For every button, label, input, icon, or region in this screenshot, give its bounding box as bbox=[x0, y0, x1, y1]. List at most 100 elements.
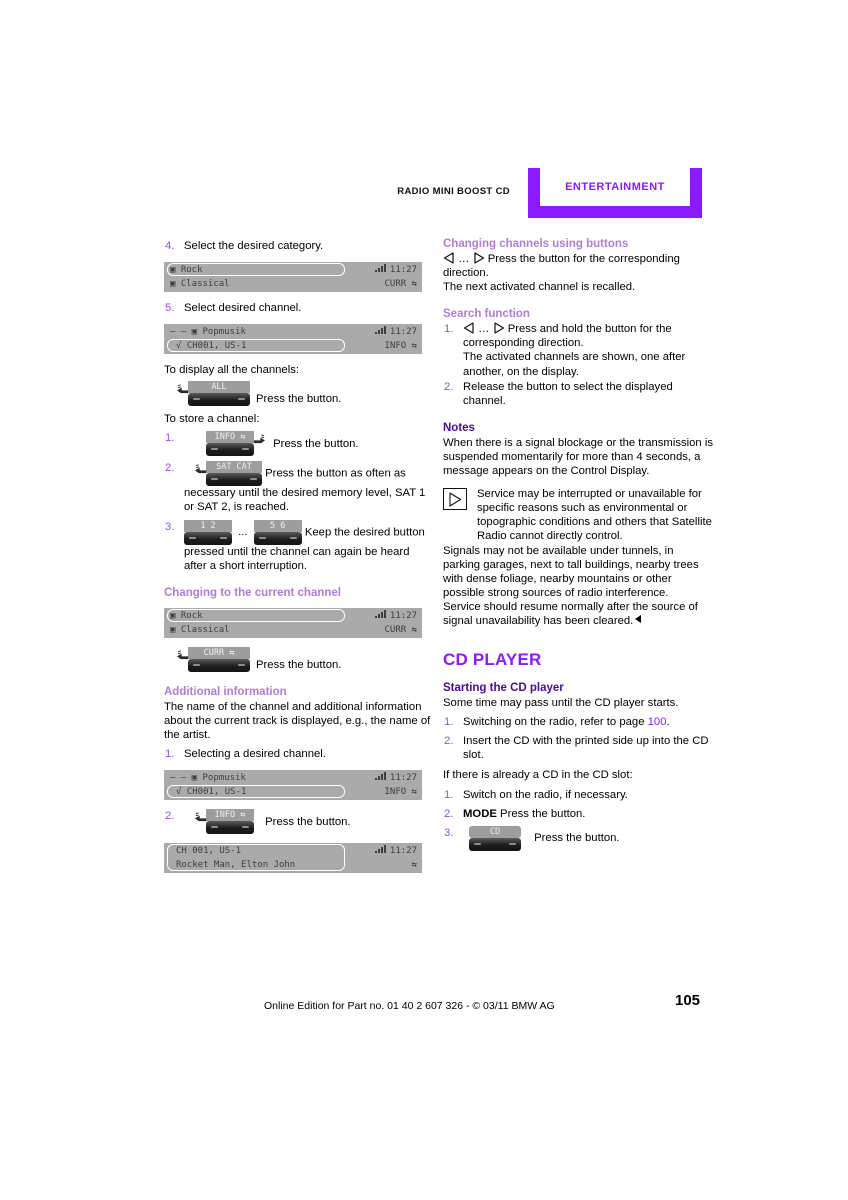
button-figure-text: Press the button. bbox=[256, 658, 342, 671]
search-step-2: 2. Release the button to select the disp… bbox=[443, 380, 713, 408]
radio-display-track-info: CH 001, US-1 Rocket Man, Elton John 11:2… bbox=[164, 843, 422, 874]
display-time: 11:27 bbox=[374, 326, 417, 339]
button-cap-label: CD bbox=[469, 825, 521, 838]
step-text: Release the button to select the display… bbox=[463, 380, 673, 407]
step-number: 2. bbox=[444, 380, 454, 393]
section-end-marker-icon bbox=[635, 614, 642, 623]
display-row-1: CH 001, US-1 bbox=[176, 846, 242, 857]
step-number: 3. bbox=[165, 520, 175, 533]
button-figure-text: Press the button. bbox=[534, 832, 620, 845]
right-column: Changing channels using buttons … Press … bbox=[443, 238, 713, 851]
hardware-key bbox=[206, 821, 254, 835]
display-time: 11:27 bbox=[374, 264, 417, 277]
button-figure-curr: CURR ⇆ bbox=[177, 646, 250, 672]
footer-edition-text: Online Edition for Part no. 01 40 2 607 … bbox=[264, 1000, 555, 1012]
arrow-right-icon bbox=[473, 252, 484, 264]
step-number: 2. bbox=[444, 807, 454, 820]
display-softkey-label: INFO ⇆ bbox=[384, 341, 417, 352]
button-cap-label: 5 6 bbox=[253, 519, 302, 532]
button-figure-preset-1-2: 1 2 bbox=[184, 519, 232, 545]
signal-bars-icon bbox=[374, 264, 386, 273]
radio-display-categories: ▣ Rock ▣ Classical 11:27 CURR ⇆ bbox=[164, 262, 422, 293]
changing-channels-text-2: The next activated channel is recalled. bbox=[443, 281, 636, 294]
store-step-1: 1. INFO ⇆ Press the button. bbox=[164, 431, 434, 457]
already-step-2: 2. MODE Press the button. bbox=[443, 807, 713, 821]
button-figure-preset-5-6: 5 6 bbox=[253, 519, 302, 545]
radio-display-categories-2: ▣ Rock ▣ Classical 11:27 CURR ⇆ bbox=[164, 607, 422, 638]
button-figure-satcat: SAT CAT bbox=[195, 461, 262, 487]
step-number: 1. bbox=[165, 432, 175, 445]
step-text: Switch on the radio, if necessary. bbox=[463, 788, 628, 801]
button-figure-all-wrap: ALL Press the button. bbox=[164, 381, 434, 407]
arrow-right-icon bbox=[493, 322, 504, 334]
heading-starting-cd-player: Starting the CD player bbox=[443, 682, 564, 695]
step-number: 1. bbox=[444, 323, 454, 336]
already-step-3: 3. CD Press the button. bbox=[443, 825, 713, 851]
hand-pointer-icon bbox=[195, 464, 207, 474]
hand-pointer-icon bbox=[253, 434, 265, 444]
button-figure-text: Press the button. bbox=[256, 393, 342, 406]
display-all-channels-lead: To display all the channels: bbox=[164, 364, 300, 377]
display-time: 11:27 bbox=[374, 845, 417, 858]
hand-pointer-icon bbox=[177, 650, 189, 659]
manual-page: RADIO MINI BOOST CD ENTERTAINMENT 4. Sel… bbox=[0, 0, 848, 1200]
display-time-text: 11:27 bbox=[389, 610, 417, 621]
search-step-1: 1. … Press and hold the button for the c… bbox=[443, 322, 713, 378]
display-row-1: – – ▣ Popmusik bbox=[170, 773, 246, 784]
button-figure-text: Press the button. bbox=[273, 437, 359, 450]
button-cap-label: ALL bbox=[188, 381, 250, 394]
button-cap-label: INFO ⇆ bbox=[206, 809, 254, 822]
heading-changing-to-current-channel: Changing to the current channel bbox=[164, 586, 341, 599]
display-row-1: – – ▣ Popmusik bbox=[170, 327, 246, 338]
step-select-channel: 5. Select desired channel. bbox=[164, 301, 434, 315]
display-row-2: ▣ Classical bbox=[170, 279, 230, 290]
step-text: Select the desired category. bbox=[184, 240, 324, 252]
page-reference-link[interactable]: 100 bbox=[648, 716, 667, 728]
store-channel-lead: To store a channel: bbox=[164, 413, 260, 426]
note-callout-text: Service may be interrupted or unavailabl… bbox=[477, 488, 712, 543]
left-column: 4. Select the desired category. ▣ Rock ▣… bbox=[164, 238, 434, 882]
changing-channels-text: … Press the button for the corresponding… bbox=[443, 252, 713, 280]
already-cd-lead: If there is already a CD in the CD slot: bbox=[443, 769, 633, 782]
already-step-1: 1. Switch on the radio, if necessary. bbox=[443, 788, 713, 802]
step-number: 1. bbox=[165, 748, 175, 761]
arrow-left-icon bbox=[443, 252, 454, 264]
step-number: 2. bbox=[165, 462, 175, 475]
display-softkey-label: ⇆ bbox=[411, 860, 417, 871]
display-softkey-label: INFO ⇆ bbox=[384, 787, 417, 798]
step-text: Select desired channel. bbox=[184, 302, 302, 315]
section-tab-entertainment: ENTERTAINMENT bbox=[528, 168, 702, 218]
step-select-category: 4. Select the desired category. bbox=[164, 239, 434, 253]
hardware-key bbox=[469, 837, 521, 851]
play-triangle-icon bbox=[449, 492, 462, 507]
display-row-1: ▣ Rock bbox=[170, 610, 203, 621]
play-triangle-box-icon bbox=[443, 488, 467, 511]
display-row-2: √ CH001, US-1 bbox=[176, 341, 247, 352]
step-number: 1. bbox=[444, 716, 454, 729]
heading-changing-channels-buttons: Changing channels using buttons bbox=[443, 238, 629, 250]
button-cap-label: CURR ⇆ bbox=[188, 646, 250, 659]
display-time-text: 11:27 bbox=[389, 265, 417, 276]
display-time: 11:27 bbox=[374, 609, 417, 623]
ai-step-1: 1. Selecting a desired channel. bbox=[164, 747, 434, 761]
store-step-3: 3. 1 2 ... 5 6 Keep the desired button p… bbox=[164, 519, 434, 573]
display-softkey-label: CURR ⇆ bbox=[384, 624, 417, 635]
starting-cd-intro: Some time may pass until the CD player s… bbox=[443, 697, 679, 710]
mode-button-label: MODE bbox=[463, 807, 497, 820]
cd-step-1: 1. Switching on the radio, refer to page… bbox=[443, 715, 713, 729]
button-figure-text: Press the button. bbox=[265, 815, 351, 828]
hardware-key bbox=[206, 443, 254, 457]
display-time-text: 11:27 bbox=[389, 846, 417, 857]
display-row-2: √ CH001, US-1 bbox=[176, 787, 247, 798]
signal-bars-icon bbox=[374, 326, 386, 335]
button-figure-curr-wrap: CURR ⇆ Press the button. bbox=[164, 646, 434, 672]
button-cap-label: 1 2 bbox=[184, 519, 232, 532]
heading-search-function: Search function bbox=[443, 308, 530, 321]
heading-notes: Notes bbox=[443, 421, 475, 434]
display-softkey-label: CURR ⇆ bbox=[384, 279, 417, 290]
display-time-text: 11:27 bbox=[389, 327, 417, 338]
additional-information-text: The name of the channel and additional i… bbox=[164, 700, 431, 741]
hand-pointer-icon bbox=[177, 384, 189, 394]
button-figure-all: ALL bbox=[177, 381, 250, 407]
page-header: RADIO MINI BOOST CD bbox=[0, 168, 848, 224]
